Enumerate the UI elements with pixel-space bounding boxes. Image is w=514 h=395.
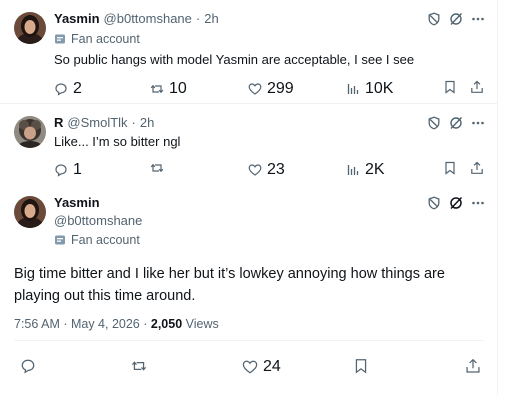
timestamp[interactable]: 2h (140, 115, 154, 130)
view-count: 2,050 (150, 317, 183, 331)
share-button[interactable] (470, 80, 489, 94)
like-icon (242, 359, 258, 375)
like-icon (248, 82, 262, 96)
repost-icon (150, 82, 164, 96)
repost-button[interactable]: 10 (150, 80, 187, 98)
timestamp[interactable]: 2h (204, 11, 218, 26)
fan-label-text: Fan account (71, 32, 140, 46)
share-icon (465, 358, 481, 374)
repost-button[interactable] (131, 358, 152, 374)
reply-button[interactable] (20, 358, 41, 374)
share-button[interactable] (470, 161, 489, 175)
display-name[interactable]: Yasmin (54, 11, 100, 26)
handle[interactable]: @SmolTlk (67, 115, 127, 130)
reply-icon (20, 358, 36, 374)
fan-account-label: Fan account (54, 233, 140, 247)
tweet-top-icons (427, 12, 485, 26)
block-icon[interactable] (427, 116, 441, 130)
bookmark-icon (353, 358, 369, 374)
block-icon[interactable] (427, 196, 441, 210)
avatar-yasmin[interactable] (14, 12, 46, 44)
like-count: 24 (263, 358, 281, 375)
share-icon (470, 161, 484, 175)
more-icon[interactable] (471, 196, 485, 210)
more-icon[interactable] (471, 12, 485, 26)
grok-icon[interactable] (449, 116, 463, 130)
bookmark-icon (443, 80, 457, 94)
grok-icon[interactable] (449, 196, 463, 210)
tweet-text: So public hangs with model Yasmin are ac… (54, 52, 415, 67)
repost-icon (131, 358, 147, 374)
share-button[interactable] (465, 358, 486, 374)
views-icon (346, 163, 360, 177)
display-name[interactable]: R (54, 115, 63, 130)
repost-icon (150, 161, 164, 175)
like-count: 299 (267, 80, 294, 97)
timestamp[interactable]: 7:56 AM · May 4, 2026 · (14, 317, 151, 331)
tweet-timestamp-row: 7:56 AM · May 4, 2026 · 2,050 Views (14, 317, 219, 331)
block-icon[interactable] (427, 12, 441, 26)
tweet-top-icons (427, 196, 485, 210)
views-count: 2K (365, 161, 385, 178)
tweet-header: R @SmolTlk · 2h (54, 115, 154, 130)
handle[interactable]: @b0ttomshane (104, 11, 192, 26)
divider (14, 340, 484, 341)
tweet-header: Yasmin (54, 195, 100, 210)
reply-icon (54, 163, 68, 177)
reply-button[interactable]: 2 (54, 80, 82, 98)
like-button[interactable]: 23 (248, 161, 285, 179)
tweet-2[interactable]: R @SmolTlk · 2h Like... I’m so bitter ng… (0, 104, 497, 183)
bookmark-icon (443, 161, 457, 175)
fan-badge-icon (54, 33, 66, 45)
reply-icon (54, 82, 68, 96)
repost-button[interactable] (150, 161, 169, 175)
reply-count: 2 (73, 80, 82, 97)
bookmark-button[interactable] (443, 80, 462, 94)
tweet-handle-row: @b0ttomshane (54, 213, 142, 228)
reply-count: 1 (73, 161, 82, 178)
avatar-yasmin[interactable] (14, 196, 46, 228)
avatar-r[interactable] (14, 116, 46, 148)
fan-account-label: Fan account (54, 32, 140, 46)
views-button[interactable]: 2K (346, 161, 385, 179)
reply-button[interactable]: 1 (54, 161, 82, 179)
like-count: 23 (267, 161, 285, 178)
share-icon (470, 80, 484, 94)
tweet-text: Like... I’m so bitter ngl (54, 134, 181, 149)
more-icon[interactable] (471, 116, 485, 130)
tweet-top-icons (427, 116, 485, 130)
like-icon (248, 163, 262, 177)
like-button[interactable]: 299 (248, 80, 294, 98)
fan-badge-icon (54, 234, 66, 246)
right-divider (497, 0, 498, 395)
dot-separator: · (195, 11, 201, 26)
handle[interactable]: @b0ttomshane (54, 213, 142, 228)
tweet-3-focused[interactable]: Yasmin @b0ttomshane Fan account Big time… (0, 183, 497, 395)
bookmark-button[interactable] (353, 358, 374, 374)
tweet-text: Big time bitter and I like her but it’s … (14, 266, 445, 304)
views-label: Views (182, 317, 219, 331)
display-name[interactable]: Yasmin (54, 195, 100, 210)
bookmark-button[interactable] (443, 161, 462, 175)
views-count: 10K (365, 80, 394, 97)
views-icon (346, 82, 360, 96)
tweet-1[interactable]: Yasmin @b0ttomshane · 2h Fan account So … (0, 0, 497, 104)
views-button[interactable]: 10K (346, 80, 393, 98)
dot-separator: · (131, 115, 136, 130)
grok-icon[interactable] (449, 12, 463, 26)
repost-count: 10 (169, 80, 187, 97)
like-button[interactable]: 24 (242, 358, 281, 376)
fan-label-text: Fan account (71, 233, 140, 247)
tweet-header: Yasmin @b0ttomshane · 2h (54, 11, 219, 26)
